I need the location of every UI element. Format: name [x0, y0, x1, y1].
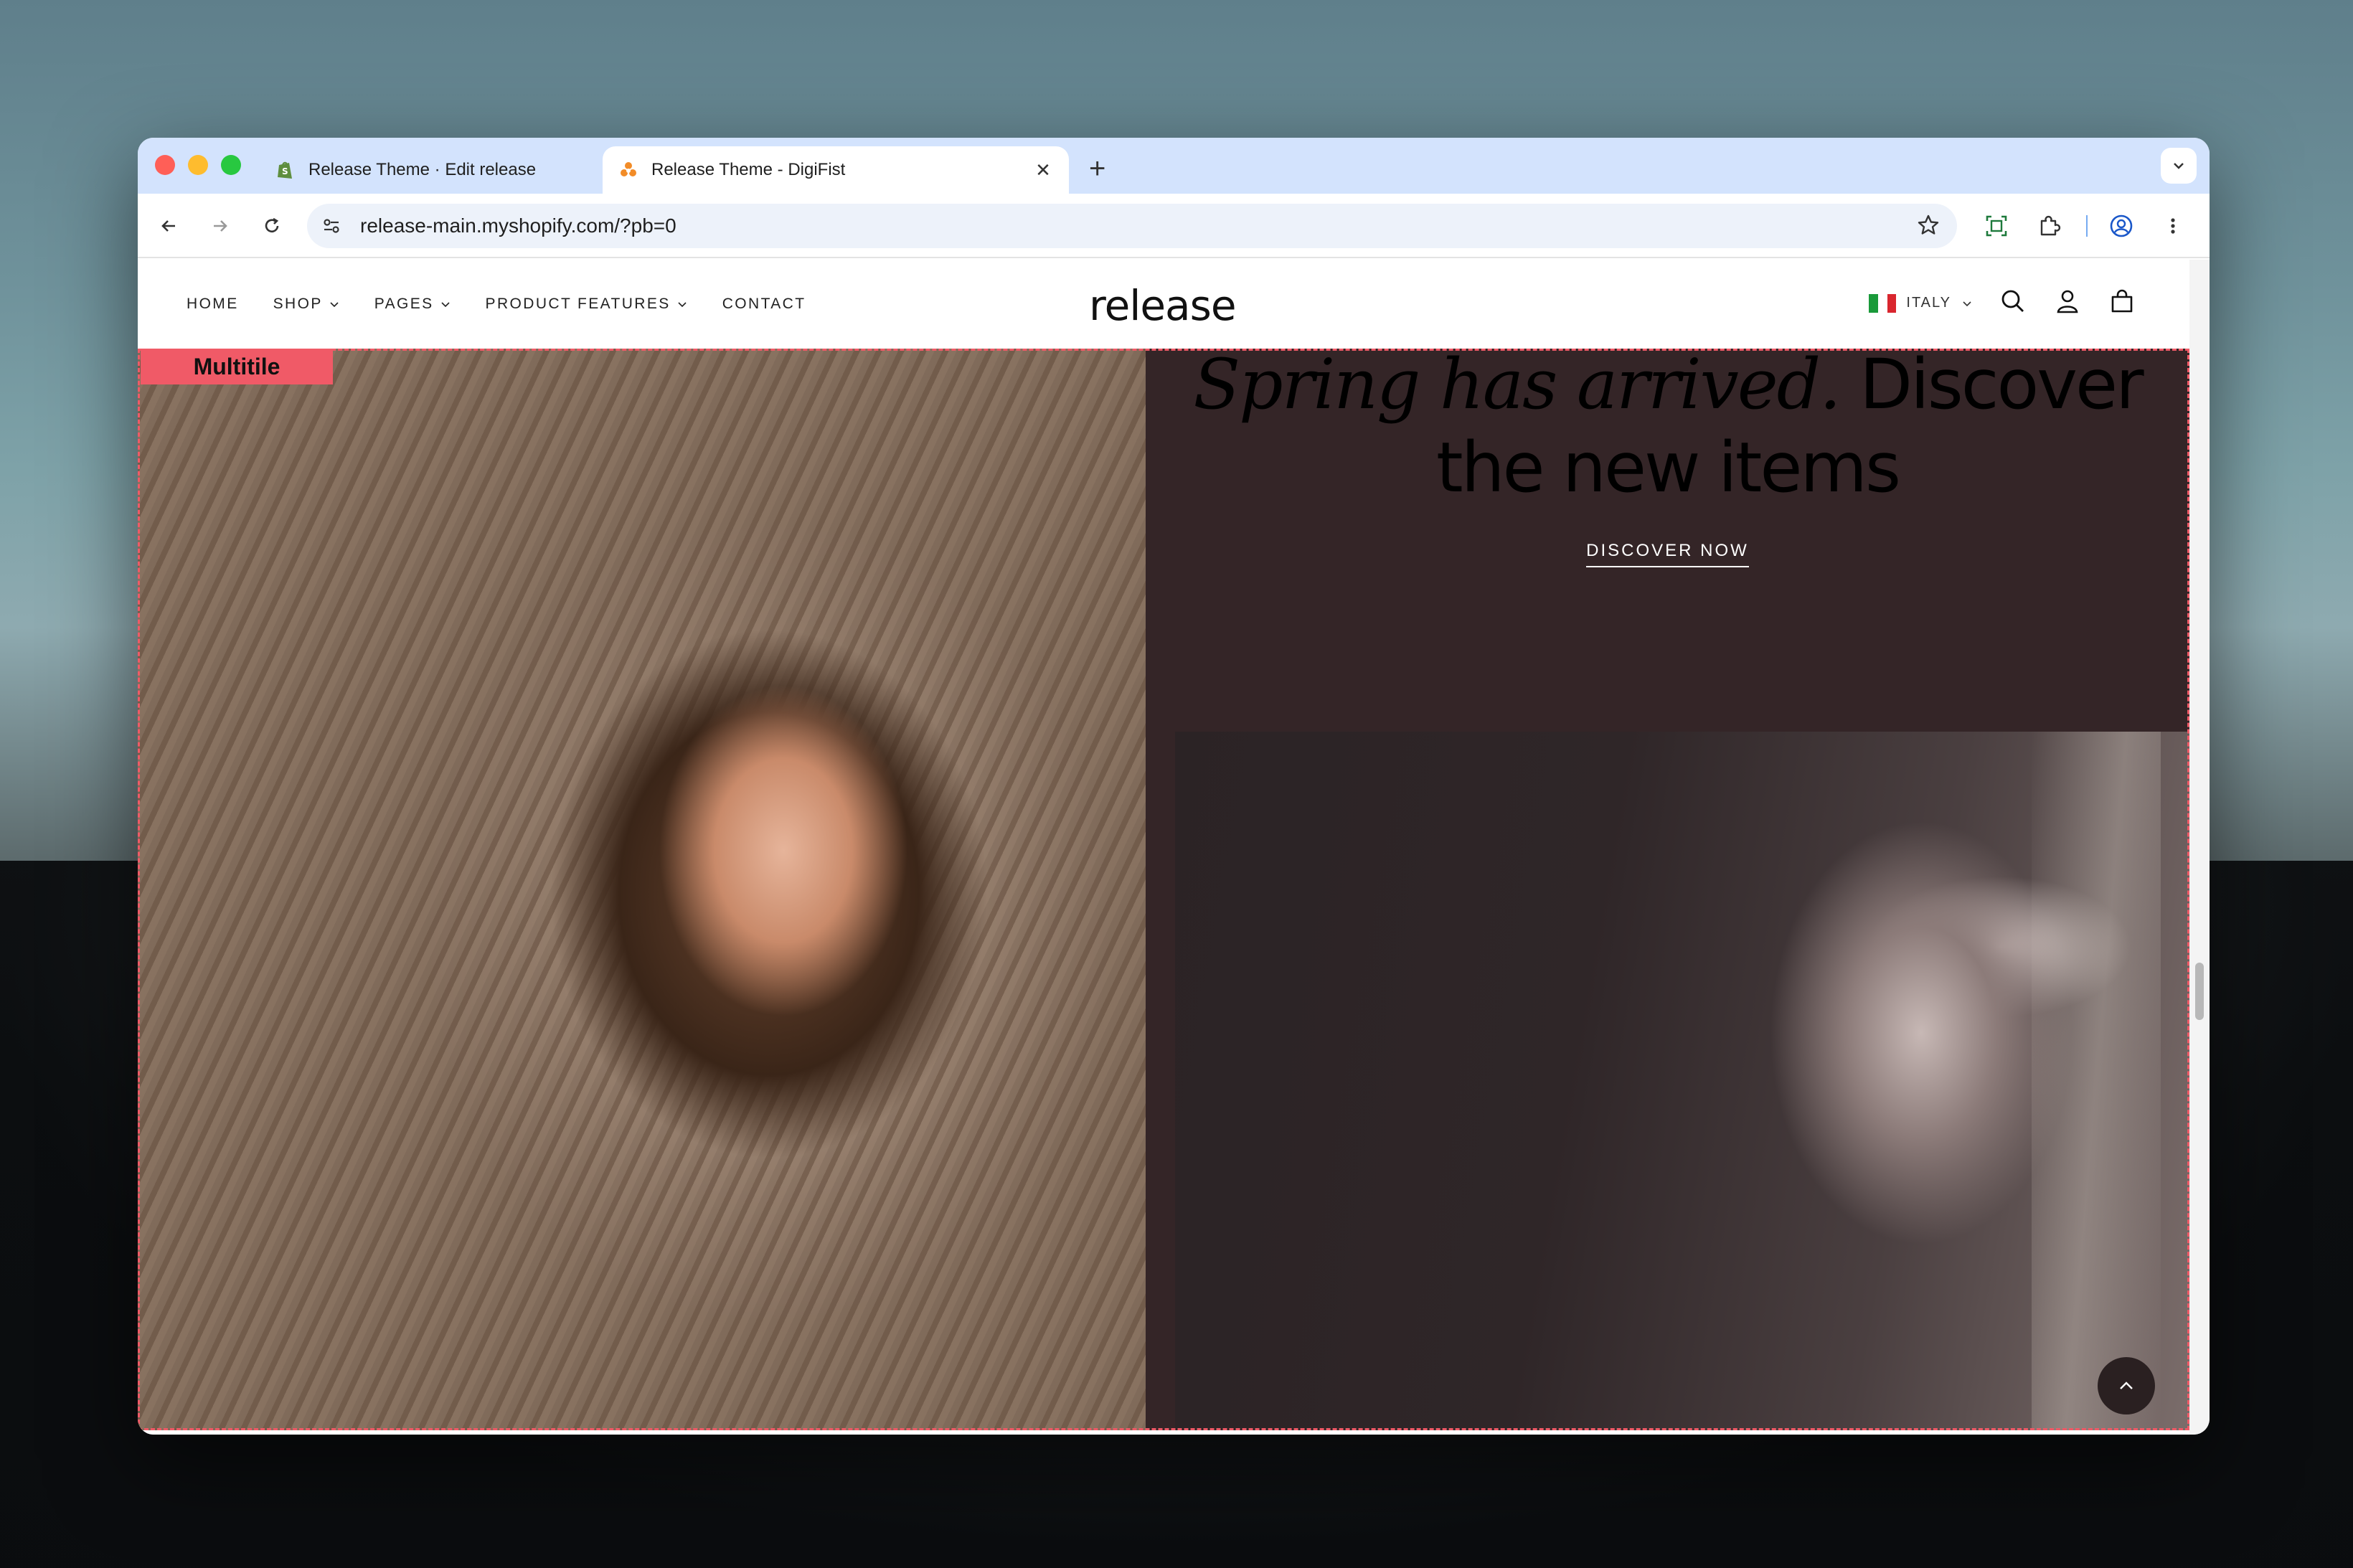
cart-icon[interactable] [2108, 287, 2136, 319]
tab-search-button[interactable] [2161, 148, 2197, 184]
tab-strip: S Release Theme · Edit release ✕ Release… [138, 138, 2210, 194]
chevron-down-icon [2174, 163, 2184, 169]
svg-text:S: S [282, 166, 288, 176]
country-selector[interactable]: ITALY [1869, 293, 1973, 313]
window-controls [155, 155, 241, 175]
chevron-up-icon [2120, 1382, 2133, 1389]
puzzle-icon [2040, 215, 2061, 236]
address-bar[interactable]: release-main.myshopify.com/?pb=0 [307, 204, 1957, 248]
scrollbar-thumb[interactable] [2195, 963, 2204, 1020]
close-window-button[interactable] [155, 155, 175, 175]
web-page: HOME SHOP PAGES PRODUCT FEATURES CONTACT [138, 260, 2189, 1435]
arrow-left-icon [161, 220, 175, 232]
header-actions: ITALY [1869, 287, 2136, 319]
digifist-icon [618, 160, 638, 180]
nav-item-shop[interactable]: SHOP [273, 296, 340, 313]
page-scrollbar[interactable] [2189, 260, 2210, 1435]
arrow-right-icon [214, 220, 227, 232]
url-text: release-main.myshopify.com/?pb=0 [360, 214, 676, 237]
nav-item-home[interactable]: HOME [187, 296, 239, 313]
nav-item-pages[interactable]: PAGES [374, 296, 451, 313]
account-circle-icon [2110, 214, 2133, 237]
maximize-window-button[interactable] [221, 155, 241, 175]
back-to-top-button[interactable] [2098, 1357, 2155, 1414]
kebab-menu-icon [2171, 218, 2175, 234]
capture-icon [1986, 215, 2007, 237]
chevron-down-icon [1963, 301, 1971, 306]
toolbar-divider [2086, 215, 2088, 237]
back-button[interactable] [152, 209, 185, 242]
search-icon[interactable] [1999, 287, 2027, 319]
screenshot-button[interactable] [1980, 209, 2013, 242]
main-navigation: HOME SHOP PAGES PRODUCT FEATURES CONTACT [187, 296, 806, 313]
browser-toolbar: release-main.myshopify.com/?pb=0 [138, 194, 2210, 258]
bookmark-star-icon[interactable] [1915, 212, 1941, 242]
nav-label: CONTACT [722, 296, 806, 312]
forward-button[interactable] [204, 209, 237, 242]
close-tab-icon[interactable]: ✕ [1033, 159, 1053, 181]
site-logo[interactable]: release [1089, 281, 1236, 330]
shopify-icon: S [275, 160, 296, 180]
menu-button[interactable] [2156, 209, 2189, 242]
site-header: HOME SHOP PAGES PRODUCT FEATURES CONTACT [138, 260, 2189, 349]
profile-button[interactable] [2105, 209, 2138, 242]
section-badge[interactable]: Multitile [141, 349, 333, 384]
nav-item-contact[interactable]: CONTACT [722, 296, 806, 313]
browser-window: S Release Theme · Edit release ✕ Release… [138, 138, 2210, 1435]
reload-icon [265, 217, 279, 232]
tab-release-digifist[interactable]: Release Theme - DigiFist ✕ [603, 146, 1069, 194]
new-tab-button[interactable]: + [1089, 151, 1105, 186]
italy-flag-icon [1869, 293, 1897, 313]
account-icon[interactable] [2053, 287, 2082, 319]
nav-label: SHOP [273, 296, 323, 312]
nav-label: PRODUCT FEATURES [485, 296, 671, 312]
nav-label: PAGES [374, 296, 434, 312]
country-label: ITALY [1906, 295, 1951, 311]
reload-button[interactable] [255, 209, 288, 242]
chevron-down-icon [440, 302, 450, 308]
site-info-icon[interactable] [317, 212, 346, 240]
nav-item-product-features[interactable]: PRODUCT FEATURES [486, 296, 688, 313]
chevron-down-icon [678, 302, 687, 308]
tab-title: Release Theme - DigiFist [651, 160, 846, 179]
chevron-down-icon [330, 302, 339, 308]
extensions-button[interactable] [2033, 209, 2066, 242]
section-outline [138, 349, 2189, 1430]
nav-label: HOME [187, 296, 239, 312]
minimize-window-button[interactable] [188, 155, 208, 175]
